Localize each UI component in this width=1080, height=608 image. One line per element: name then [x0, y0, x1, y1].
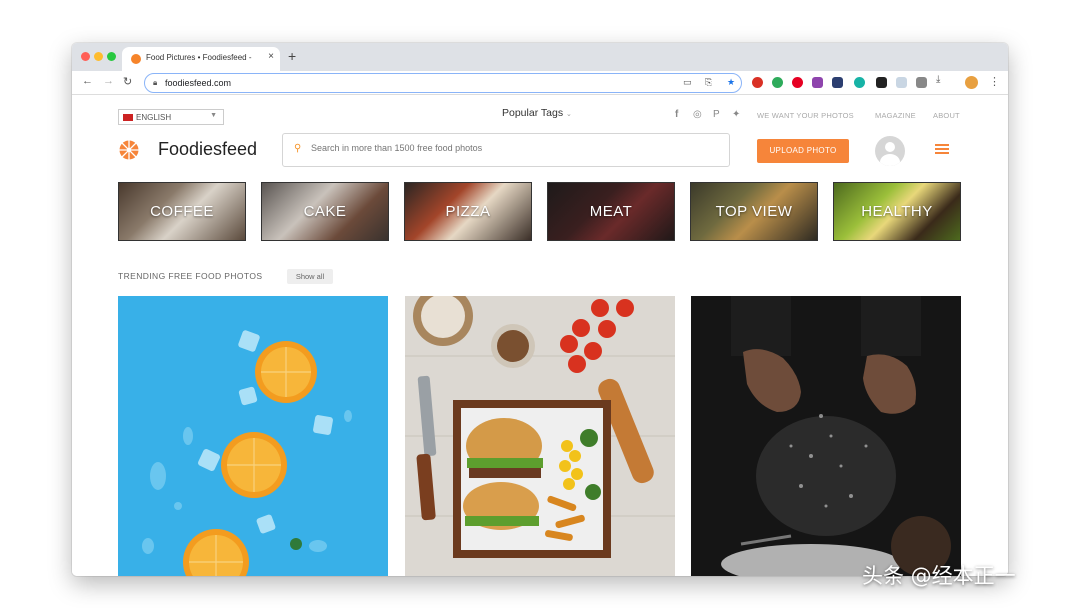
category-healthy[interactable]: HEALTHY	[833, 182, 961, 241]
search-input[interactable]	[311, 143, 711, 153]
category-cake[interactable]: CAKE	[261, 182, 389, 241]
show-all-button[interactable]: Show all	[287, 269, 333, 284]
instagram-icon[interactable]: ◎	[693, 109, 702, 120]
tab-strip: Food Pictures • Foodiesfeed - × +	[72, 43, 1008, 71]
forward-button[interactable]: →	[103, 75, 114, 87]
favicon-icon	[131, 54, 141, 64]
uk-flag-icon	[123, 114, 133, 121]
pinterest-icon[interactable]: P	[713, 109, 720, 120]
facebook-icon[interactable]: f	[675, 109, 678, 120]
site-logo-text[interactable]: Foodiesfeed	[158, 139, 257, 160]
category-label: PIZZA	[445, 203, 491, 220]
download-icon[interactable]: ⤓	[936, 74, 947, 85]
extension-icon[interactable]	[876, 77, 887, 88]
upload-photo-button[interactable]: UPLOAD PHOTO	[757, 139, 849, 163]
back-button[interactable]: ←	[82, 75, 93, 87]
extension-icon[interactable]	[752, 77, 763, 88]
category-meat[interactable]: MEAT	[547, 182, 675, 241]
popular-tags-label: Popular Tags	[502, 107, 564, 119]
pinterest-extension-icon[interactable]	[792, 77, 803, 88]
foodiesfeed-logo-icon[interactable]	[119, 140, 139, 160]
web-page: ENGLISH ▼ Popular Tags ⌄ f ◎ P ✦ WE WANT…	[72, 95, 1008, 576]
browser-window: Food Pictures • Foodiesfeed - × + ← → ↻ …	[72, 43, 1008, 576]
oranges-image	[118, 296, 388, 576]
address-bar[interactable]: 🔒︎ foodiesfeed.com ▭ ⎘ ★	[144, 73, 742, 93]
category-coffee[interactable]: COFFEE	[118, 182, 246, 241]
cast-icon[interactable]: ▭	[683, 77, 692, 88]
browser-tab[interactable]: Food Pictures • Foodiesfeed - ×	[122, 47, 280, 71]
category-top-view[interactable]: TOP VIEW	[690, 182, 818, 241]
evernote-icon[interactable]	[772, 77, 783, 88]
url-text: foodiesfeed.com	[165, 78, 232, 88]
hamburger-menu-icon[interactable]	[935, 144, 949, 154]
browser-menu-icon[interactable]: ⋮	[989, 75, 1000, 88]
category-label: TOP VIEW	[715, 203, 793, 220]
category-pizza[interactable]: PIZZA	[404, 182, 532, 241]
language-select[interactable]: ENGLISH ▼	[118, 109, 224, 125]
search-box[interactable]: ⚲	[282, 133, 730, 167]
category-label: CAKE	[303, 203, 347, 220]
new-tab-button[interactable]: +	[288, 48, 296, 64]
extension-icon[interactable]	[832, 77, 843, 88]
watermark-text: 头条 @经本正一	[862, 564, 1016, 588]
minimize-window-button[interactable]	[94, 52, 103, 61]
nav-magazine[interactable]: MAGAZINE	[875, 111, 916, 120]
popular-tags-menu[interactable]: Popular Tags ⌄	[502, 107, 572, 119]
tab-title: Food Pictures • Foodiesfeed -	[146, 53, 252, 62]
language-label: ENGLISH	[136, 113, 172, 122]
extension-icon[interactable]	[896, 77, 907, 88]
photo-oranges[interactable]	[118, 296, 388, 576]
twitter-icon[interactable]: ✦	[732, 109, 740, 120]
trending-heading: TRENDING FREE FOOD PHOTOS	[118, 271, 263, 281]
translate-icon[interactable]: ⎘	[705, 77, 712, 88]
photo-flour-hands[interactable]	[691, 296, 961, 576]
chevron-down-icon: ⌄	[566, 111, 572, 118]
extension-icon[interactable]	[812, 77, 823, 88]
search-icon: ⚲	[294, 143, 302, 154]
burgers-image	[405, 296, 675, 576]
gmail-extension-icon[interactable]	[916, 77, 927, 88]
category-label: MEAT	[589, 203, 633, 220]
photo-burgers[interactable]	[405, 296, 675, 576]
profile-avatar[interactable]	[965, 76, 978, 89]
category-label: HEALTHY	[861, 203, 933, 220]
close-window-button[interactable]	[81, 52, 90, 61]
maximize-window-button[interactable]	[107, 52, 116, 61]
browser-toolbar: ← → ↻ 🔒︎ foodiesfeed.com ▭ ⎘ ★ ⤓ ⋮	[72, 71, 1008, 95]
reload-button[interactable]: ↻	[123, 75, 132, 88]
lock-icon: 🔒︎	[153, 78, 158, 87]
nav-about[interactable]: ABOUT	[933, 111, 960, 120]
extension-icon[interactable]	[854, 77, 865, 88]
tab-close-icon[interactable]: ×	[268, 51, 274, 62]
bookmark-star-icon[interactable]: ★	[727, 77, 735, 88]
chevron-down-icon: ▼	[210, 112, 217, 119]
flour-hands-image	[691, 296, 961, 576]
category-label: COFFEE	[150, 203, 214, 220]
user-avatar[interactable]	[875, 136, 905, 166]
nav-we-want-your-photos[interactable]: WE WANT YOUR PHOTOS	[757, 111, 854, 120]
